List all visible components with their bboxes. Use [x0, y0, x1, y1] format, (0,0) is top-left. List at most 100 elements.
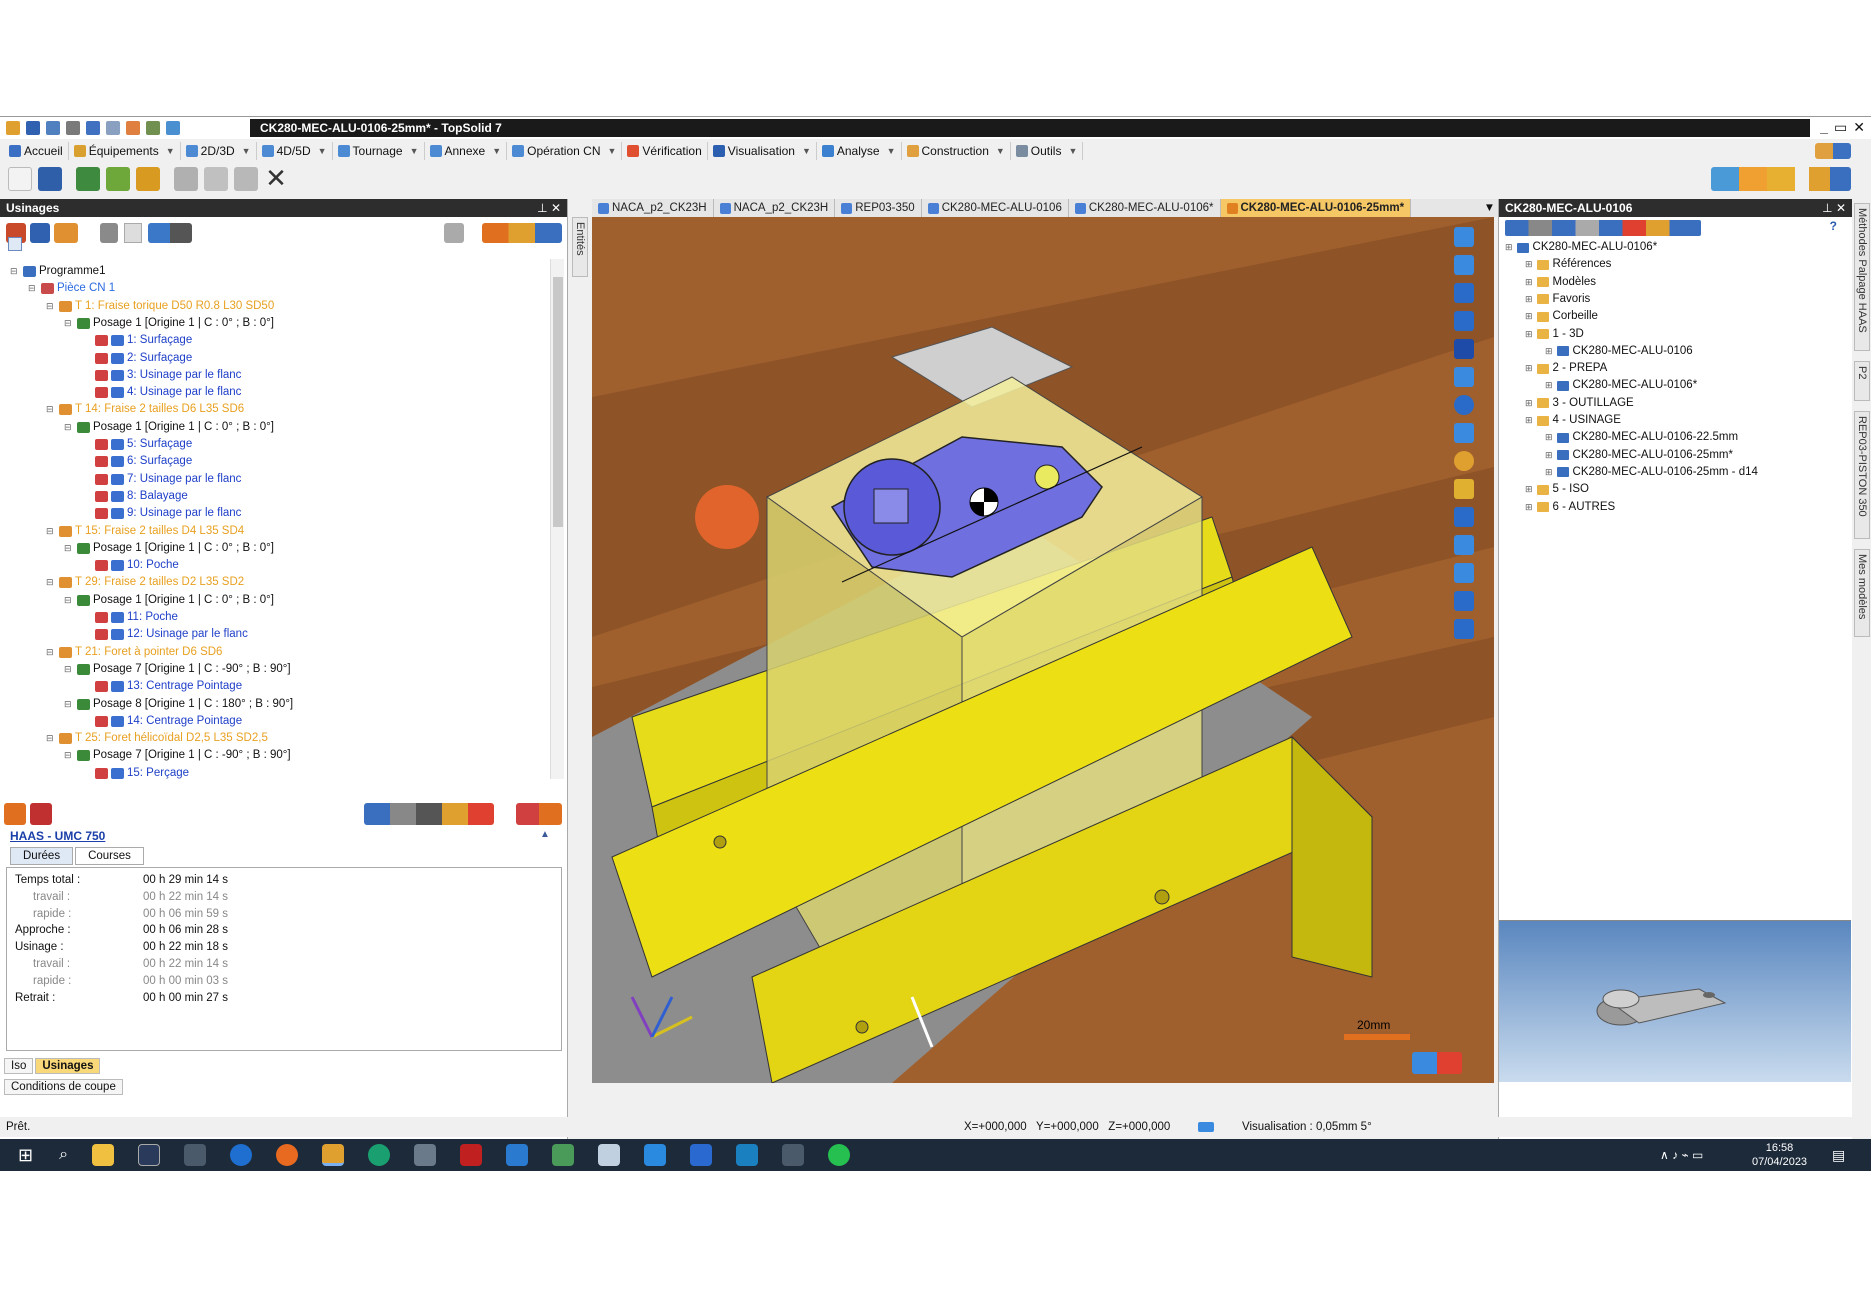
settings-icon[interactable]: [136, 167, 160, 191]
measure-icon[interactable]: [1454, 591, 1474, 611]
help-icon[interactable]: [1454, 479, 1474, 499]
expand-icon[interactable]: ⊟: [46, 401, 56, 418]
zoom-out-icon[interactable]: [1454, 255, 1474, 275]
expand-icon[interactable]: ⊟: [64, 540, 74, 557]
notification-icon[interactable]: ▤: [1832, 1147, 1845, 1164]
view-layout-icon[interactable]: [1454, 339, 1474, 359]
undo-icon[interactable]: [86, 121, 100, 135]
filter-icon[interactable]: [8, 237, 22, 251]
windows-start-icon[interactable]: ⊞: [18, 1145, 33, 1166]
expand-icon[interactable]: ⊞: [1545, 429, 1553, 446]
doc-tab[interactable]: NACA_p2_CK23H: [592, 199, 714, 217]
app-icon[interactable]: [6, 121, 20, 135]
calculator-icon[interactable]: [414, 1144, 437, 1166]
save-all-icon[interactable]: [46, 121, 60, 135]
zoom-window-icon[interactable]: [1454, 367, 1474, 387]
tree-item-op[interactable]: 7: Usinage par le flanc: [82, 471, 241, 488]
shading-icon[interactable]: [1454, 423, 1474, 443]
paste-icon[interactable]: [234, 167, 258, 191]
tree-item-pos[interactable]: ⊟ Posage 1 [Origine 1 | C : 0° ; B : 0°]: [64, 592, 274, 609]
project-tree-item[interactable]: ⊞ Corbeille: [1525, 308, 1598, 325]
restore-icon[interactable]: ▭: [1834, 119, 1847, 136]
new-document-icon[interactable]: [8, 167, 32, 191]
tree-item-prog[interactable]: ⊟ Programme1: [10, 263, 105, 280]
3d-viewport[interactable]: 20mm: [592, 217, 1494, 1083]
project-tree-item[interactable]: ⊞ 2 - PREPA: [1525, 360, 1607, 377]
project-tree-item[interactable]: ⊞ Références: [1525, 256, 1611, 273]
expand-icon[interactable]: ⊟: [64, 419, 74, 436]
tree-item-pos[interactable]: ⊟ Posage 1 [Origine 1 | C : 0° ; B : 0°]: [64, 540, 274, 557]
section-icon[interactable]: [1454, 507, 1474, 527]
tab-4d5d[interactable]: 4D/5D ▼: [257, 142, 333, 160]
tree-scrollbar[interactable]: [550, 259, 564, 779]
project-tree-item[interactable]: ⊞ 5 - ISO: [1525, 481, 1589, 498]
project-tree-item[interactable]: ⊞ CK280-MEC-ALU-0106*: [1545, 377, 1697, 394]
tree-item-op[interactable]: 12: Usinage par le flanc: [82, 626, 248, 643]
tree-item-op[interactable]: 6: Surfaçage: [82, 453, 192, 470]
expand-icon[interactable]: ⊞: [1505, 239, 1513, 256]
expand-icon[interactable]: ⊞: [1545, 447, 1553, 464]
save-icon[interactable]: [26, 121, 40, 135]
ribbon-right-icons[interactable]: [1815, 143, 1851, 159]
side-tab-mes-modeles[interactable]: Mes modèles: [1854, 549, 1870, 637]
tab-equipements[interactable]: Équipements ▼: [69, 142, 181, 160]
project-tree-item[interactable]: ⊞ CK280-MEC-ALU-0106: [1545, 343, 1693, 360]
expand-icon[interactable]: ⊞: [1525, 256, 1533, 273]
expand-icon[interactable]: ⊞: [1525, 481, 1533, 498]
project-tree-item[interactable]: ⊞ 3 - OUTILLAGE: [1525, 395, 1634, 412]
simulation-icons[interactable]: [364, 803, 494, 825]
tree-item-tool[interactable]: ⊟ T 15: Fraise 2 tailles D4 L35 SD4: [46, 523, 244, 540]
fixture-icon[interactable]: [54, 223, 78, 243]
sort-icons[interactable]: [482, 223, 562, 243]
viewport-bottom-icons[interactable]: [1412, 1052, 1462, 1074]
tree-item-op[interactable]: 1: Surfaçage: [82, 332, 192, 349]
machine-settings-icon[interactable]: [30, 803, 52, 825]
teamviewer-icon[interactable]: [230, 1144, 253, 1166]
tree-item-op[interactable]: 13: Centrage Pointage: [82, 678, 242, 695]
scrollbar-thumb[interactable]: [553, 277, 563, 527]
pan-icon[interactable]: [1454, 283, 1474, 303]
rotate-icon[interactable]: [1454, 311, 1474, 331]
machine-tree-icon[interactable]: [4, 803, 26, 825]
project-tree-item[interactable]: ⊞ 1 - 3D: [1525, 326, 1584, 343]
app-green-icon[interactable]: [552, 1144, 575, 1166]
tree-item-pos[interactable]: ⊟ Posage 8 [Origine 1 | C : 180° ; B : 90…: [64, 696, 293, 713]
app-red-icon[interactable]: [460, 1144, 483, 1166]
doc-tab[interactable]: CK280-MEC-ALU-0106*: [1069, 199, 1221, 217]
refresh-icon[interactable]: [146, 121, 160, 135]
tab-durees[interactable]: Durées: [10, 847, 74, 865]
tree-item-tool[interactable]: ⊟ T 29: Fraise 2 tailles D2 L35 SD2: [46, 574, 244, 591]
redo-icon[interactable]: [106, 121, 120, 135]
sync-icon[interactable]: [166, 121, 180, 135]
tree-item-op[interactable]: 14: Centrage Pointage: [82, 713, 242, 730]
tab-2d3d[interactable]: 2D/3D ▼: [181, 142, 257, 160]
open-document-icon[interactable]: [38, 167, 62, 191]
edge-icon[interactable]: [368, 1144, 391, 1166]
expand-icon[interactable]: ⊟: [46, 574, 56, 591]
doc-icon[interactable]: [124, 223, 142, 243]
tree-item-piece[interactable]: ⊟ Pièce CN 1: [28, 280, 115, 297]
tab-verification[interactable]: Vérification: [622, 142, 708, 160]
layer-icon[interactable]: [1454, 563, 1474, 583]
expand-icon[interactable]: ⊞: [1525, 395, 1533, 412]
cloud-icon[interactable]: [506, 1144, 529, 1166]
expand-icon[interactable]: ⊟: [64, 315, 74, 332]
print-icon[interactable]: [100, 223, 118, 243]
tab-annexe[interactable]: Annexe ▼: [425, 142, 508, 160]
project-tree-item[interactable]: ⊞ 4 - USINAGE: [1525, 412, 1621, 429]
expand-icon[interactable]: ⊞: [1545, 377, 1553, 394]
app-bird-icon[interactable]: [598, 1144, 621, 1166]
doc-tab[interactable]: CK280-MEC-ALU-0106: [922, 199, 1069, 217]
print-icon[interactable]: [66, 121, 80, 135]
expand-icon[interactable]: ⊟: [64, 747, 74, 764]
expand-icon[interactable]: ⊞: [1525, 412, 1533, 429]
expand-icon[interactable]: ⊞: [1525, 291, 1533, 308]
tree-item-op[interactable]: 5: Surfaçage: [82, 436, 192, 453]
tree-item-op[interactable]: 2: Surfaçage: [82, 350, 192, 367]
side-tab-methodes[interactable]: Méthodes Palpage HAAS: [1854, 203, 1870, 351]
tray-icons[interactable]: ∧ ♪ ⌁ ▭: [1660, 1148, 1703, 1162]
pen-icon[interactable]: [184, 1144, 207, 1166]
tree-item-op[interactable]: 3: Usinage par le flanc: [82, 367, 241, 384]
topsolid-icon[interactable]: [322, 1144, 345, 1166]
project-tree-item[interactable]: ⊞ CK280-MEC-ALU-0106-25mm*: [1545, 447, 1733, 464]
